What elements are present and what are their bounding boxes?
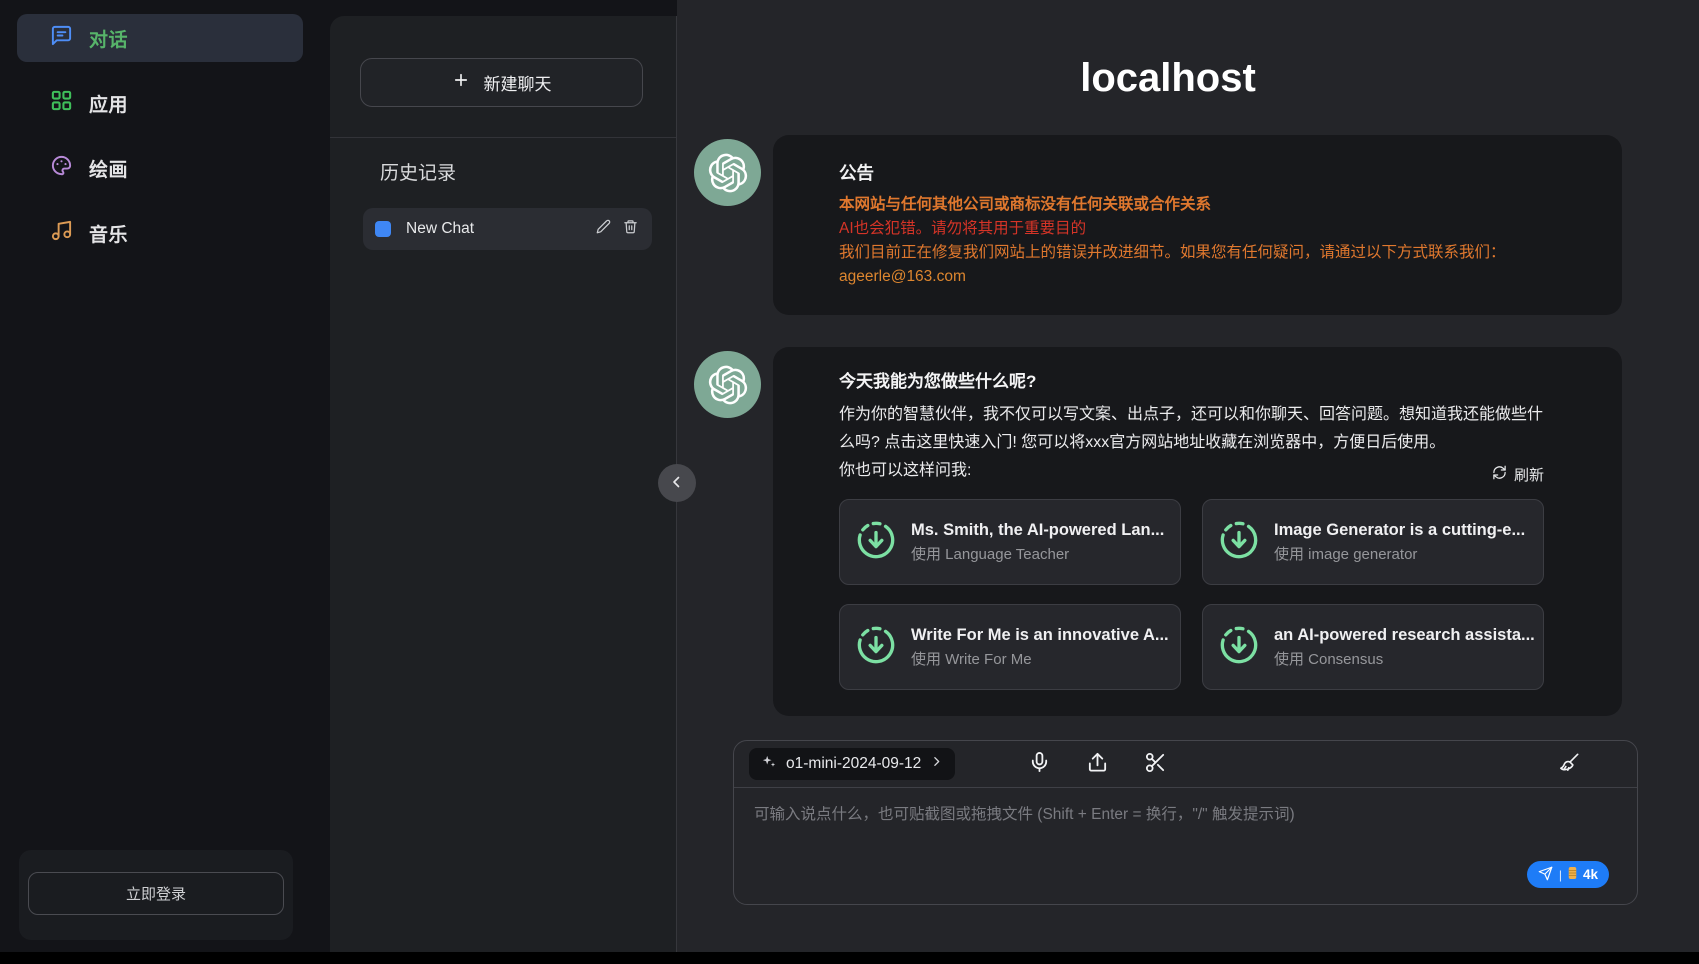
download-circle-icon [856,625,896,670]
suggestion-title: Write For Me is an innovative A... [911,624,1169,646]
composer-input-zone: | 4k [734,788,1637,904]
suggestion-subtitle: 使用 image generator [1274,544,1525,566]
chat-item-color-icon [375,221,391,237]
trash-icon[interactable] [623,219,638,239]
refresh-label: 刷新 [1514,464,1544,485]
sidebar-nav: 对话 应用 绘画 音乐 [17,14,303,274]
openai-logo-icon [694,351,761,418]
contact-email-link[interactable]: ageerle@163.com [839,265,1552,289]
suggestion-title: Ms. Smith, the AI-powered Lan... [911,519,1164,541]
clear-context-button[interactable] [1557,752,1581,776]
login-button[interactable]: 立即登录 [28,872,284,915]
chat-item-title: New Chat [406,220,596,238]
send-button[interactable]: | 4k [1527,861,1609,888]
chat-list-panel: 新建聊天 历史记录 New Chat [330,0,677,952]
model-selector[interactable]: o1-mini-2024-09-12 [749,748,955,780]
chat-list-panel-background: 新建聊天 历史记录 New Chat [330,16,677,952]
openai-logo-icon [694,139,761,206]
panel-divider [330,137,676,138]
download-circle-icon [856,520,896,565]
announcement-bubble: 公告 本网站与任何其他公司或商标没有任何关联或合作关系 AI也会犯错。请勿将其用… [773,135,1622,315]
microphone-button[interactable] [1027,752,1051,776]
chat-item-actions [596,219,638,239]
suggestion-card[interactable]: an AI-powered research assista... 使用 Con… [1202,604,1544,690]
upload-button[interactable] [1085,752,1109,776]
suggestion-card[interactable]: Ms. Smith, the AI-powered Lan... 使用 Lang… [839,499,1181,585]
history-title: 历史记录 [380,158,456,185]
coin-icon [1568,866,1577,883]
suggestion-subtitle: 使用 Consensus [1274,649,1535,671]
download-circle-icon [1219,520,1259,565]
screenshot-button[interactable] [1143,752,1167,776]
chat-history-item[interactable]: New Chat [363,208,652,250]
ask-hint: 你也可以这样问我: [839,457,971,485]
sidebar-item-label: 绘画 [89,155,128,182]
upload-icon [1086,751,1109,777]
plus-icon [452,71,470,94]
suggestion-subtitle: 使用 Write For Me [911,649,1169,671]
sidebar-item-label: 应用 [89,90,128,117]
suggestion-title: Image Generator is a cutting-e... [1274,519,1525,541]
composer: o1-mini-2024-09-12 [733,740,1638,905]
broom-icon [1558,751,1581,777]
send-separator: | [1559,868,1562,882]
login-card: 立即登录 [19,850,293,940]
collapse-panel-button[interactable] [658,464,696,502]
refresh-suggestions-button[interactable]: 刷新 [1492,464,1544,485]
sidebar-item-chat[interactable]: 对话 [17,14,303,62]
bottom-black-strip [0,952,1699,964]
suggestion-title: an AI-powered research assista... [1274,624,1535,646]
palette-icon [50,154,73,182]
sparkle-icon [761,754,777,775]
composer-toolbar: o1-mini-2024-09-12 [734,741,1637,788]
model-selector-label: o1-mini-2024-09-12 [786,755,921,773]
sidebar-item-label: 对话 [89,25,128,52]
token-badge: 4k [1583,867,1598,882]
welcome-body: 作为你的智慧伙伴，我不仅可以写文案、出点子，还可以和你聊天、回答问题。想知道我还… [839,401,1544,457]
page-title: localhost [677,56,1659,101]
collapse-chevron-icon [668,473,686,494]
music-note-icon [50,219,73,247]
chevron-right-icon [930,755,943,773]
assistant-message: 公告 本网站与任何其他公司或商标没有任何关联或合作关系 AI也会犯错。请勿将其用… [694,135,1622,315]
new-chat-button[interactable]: 新建聊天 [360,58,643,107]
announcement-title: 公告 [839,159,1552,187]
welcome-bubble: 今天我能为您做些什么呢? 作为你的智慧伙伴，我不仅可以写文案、出点子，还可以和你… [773,347,1622,716]
microphone-icon [1028,751,1051,777]
app-window: 对话 应用 绘画 音乐 立即登录 [0,0,1699,964]
welcome-title: 今天我能为您做些什么呢? [839,369,1544,395]
suggestion-subtitle: 使用 Language Teacher [911,544,1164,566]
sidebar-item-apps[interactable]: 应用 [17,79,303,127]
announcement-notice: 我们目前正在修复我们网站上的错误并改进细节。如果您有任何疑问，请通过以下方式联系… [839,241,1552,265]
scissors-icon [1144,751,1167,777]
message-input[interactable] [734,788,1637,872]
refresh-icon [1492,465,1507,484]
chat-bubble-icon [50,24,73,52]
sidebar-item-drawing[interactable]: 绘画 [17,144,303,192]
suggestion-grid: Ms. Smith, the AI-powered Lan... 使用 Lang… [839,499,1544,690]
sidebar: 对话 应用 绘画 音乐 立即登录 [0,0,330,952]
suggestion-card[interactable]: Image Generator is a cutting-e... 使用 ima… [1202,499,1544,585]
grid-icon [50,89,73,117]
announcement-warning: AI也会犯错。请勿将其用于重要目的 [839,217,1552,241]
assistant-message: 今天我能为您做些什么呢? 作为你的智慧伙伴，我不仅可以写文案、出点子，还可以和你… [694,347,1622,716]
suggestion-card[interactable]: Write For Me is an innovative A... 使用 Wr… [839,604,1181,690]
announcement-disclaimer: 本网站与任何其他公司或商标没有任何关联或合作关系 [839,193,1552,217]
paper-plane-icon [1538,866,1553,884]
edit-pencil-icon[interactable] [596,219,611,239]
chat-main: localhost 公告 本网站与任何其他公司或商标没有任何关联或合作关系 AI… [677,0,1699,952]
new-chat-label: 新建聊天 [484,70,552,95]
sidebar-item-music[interactable]: 音乐 [17,209,303,257]
download-circle-icon [1219,625,1259,670]
sidebar-item-label: 音乐 [89,220,128,247]
